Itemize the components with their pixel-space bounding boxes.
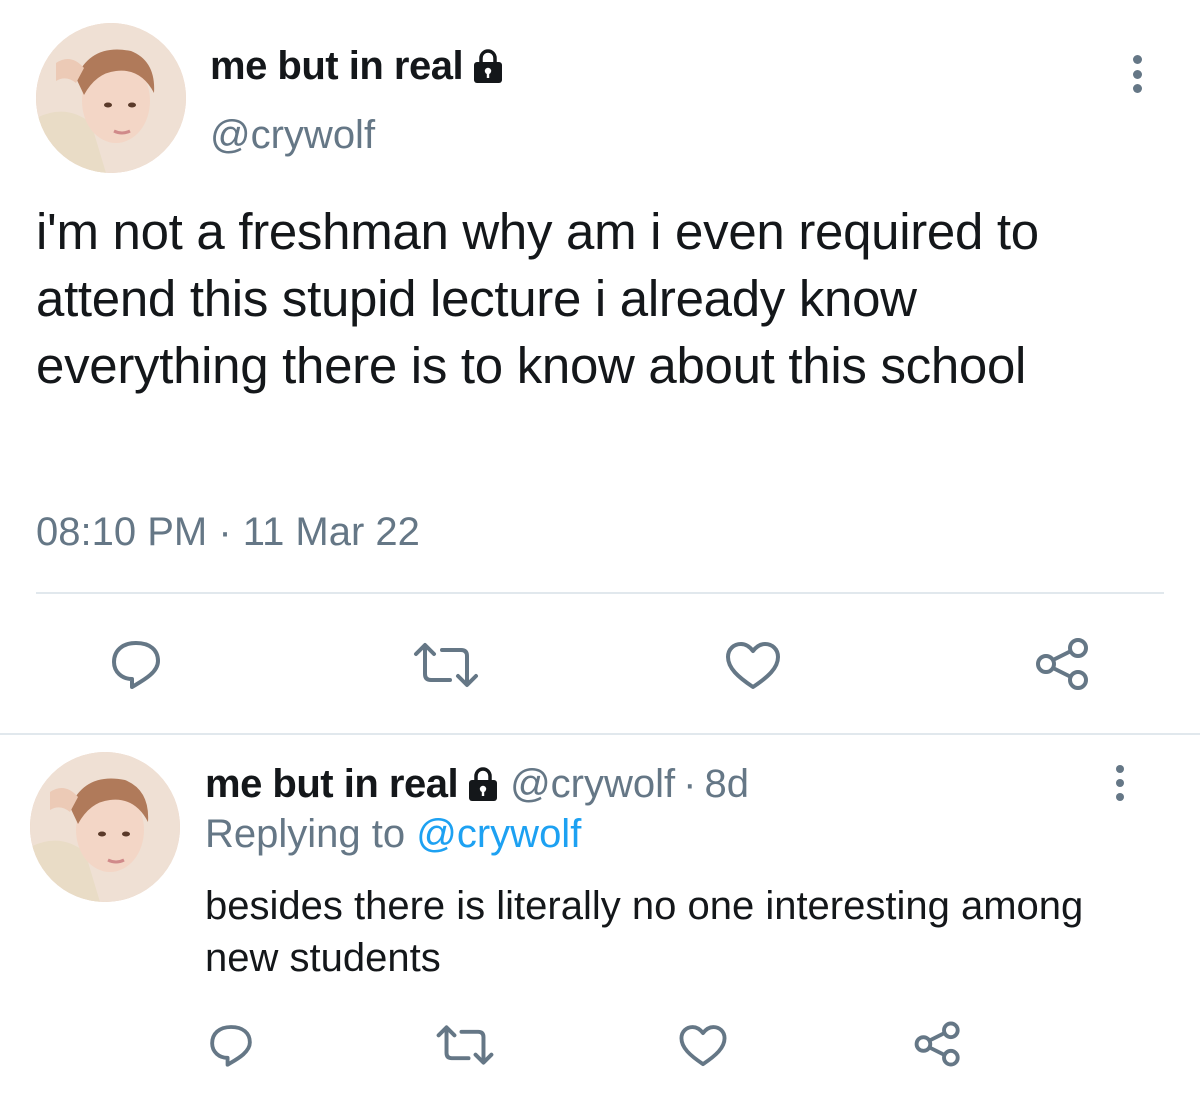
replying-label: Replying to xyxy=(205,812,406,856)
author-row: me but in real xyxy=(210,40,503,92)
tweet-timestamp[interactable]: 08:10 PM · 11 Mar 22 xyxy=(36,510,420,555)
reply-share-icon xyxy=(914,1021,960,1067)
like-button[interactable] xyxy=(724,640,782,692)
reply-text: besides there is literally no one intere… xyxy=(205,884,1084,980)
reply-icon xyxy=(112,641,160,689)
lock-icon xyxy=(473,48,503,84)
reply-retweet-button[interactable] xyxy=(435,1023,495,1067)
separator-dot: · xyxy=(218,510,232,554)
reply-button[interactable] xyxy=(108,638,164,690)
replying-to: Replying to @crywolf xyxy=(205,812,581,857)
reply-avatar[interactable] xyxy=(30,752,180,902)
reply-more-options-icon[interactable] xyxy=(1114,765,1126,801)
reply-avatar-image xyxy=(30,752,180,902)
section-divider xyxy=(0,733,1200,735)
handle[interactable]: @crywolf xyxy=(210,113,375,158)
tweet-time: 08:10 PM xyxy=(36,510,208,554)
reply-display-name[interactable]: me but in real xyxy=(205,762,459,807)
reply-handle[interactable]: @crywolf xyxy=(510,762,675,807)
reply-retweet-icon xyxy=(436,1025,494,1065)
reply-like-button[interactable] xyxy=(678,1023,728,1069)
retweet-icon xyxy=(414,643,478,687)
retweet-button[interactable] xyxy=(412,640,480,690)
share-button[interactable] xyxy=(1034,636,1092,692)
avatar-image xyxy=(36,23,186,173)
share-icon xyxy=(1036,638,1088,690)
replying-handle-link[interactable]: @crywolf xyxy=(416,812,581,856)
reply-share-button[interactable] xyxy=(913,1020,963,1068)
divider xyxy=(36,592,1164,594)
reply-age: 8d xyxy=(704,761,749,806)
tweet-date: 11 Mar 22 xyxy=(242,510,420,554)
heart-icon xyxy=(726,642,780,689)
reply-reply-icon xyxy=(210,1025,252,1067)
reply-lock-icon xyxy=(468,766,498,802)
more-options-icon[interactable] xyxy=(1131,55,1143,93)
avatar[interactable] xyxy=(36,23,186,173)
tweet-text: i'm not a freshman why am i even require… xyxy=(36,203,1039,394)
reply-reply-button[interactable] xyxy=(207,1022,255,1068)
reply-heart-icon xyxy=(679,1025,727,1067)
display-name[interactable]: me but in real xyxy=(210,44,464,89)
reply-header: me but in real @crywolf · 8d xyxy=(205,760,749,808)
reply-separator: · xyxy=(683,761,697,806)
